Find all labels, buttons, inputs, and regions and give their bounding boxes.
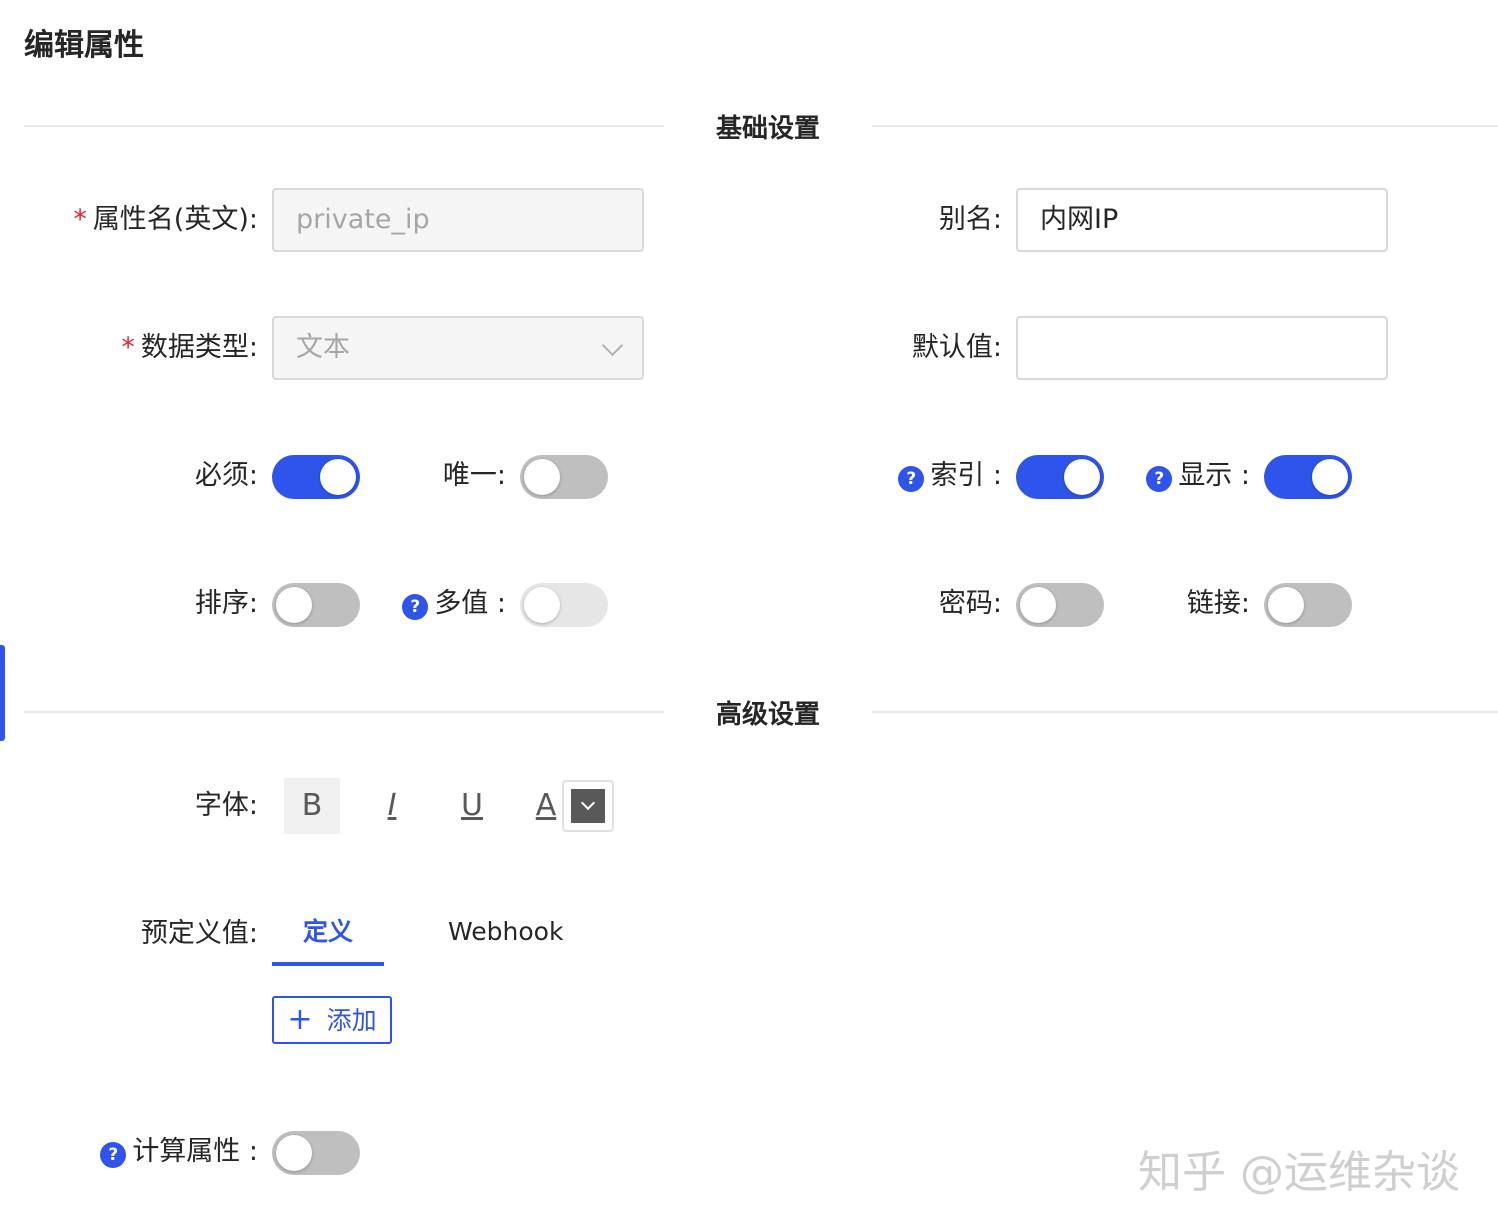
field-label-alias: 别名: [938,204,1002,235]
switch-label-unique: 唯一: [442,460,506,491]
sort-switch[interactable] [272,583,360,627]
sort-label: 排序 [194,588,249,619]
unique-switch[interactable] [520,455,608,499]
default-value-input[interactable] [1016,316,1388,380]
link-label: 链接 [1186,588,1241,619]
question-icon[interactable]: ? [100,1141,127,1168]
required-star: * [73,204,87,235]
font-label-wrap: 字体: [194,790,258,821]
default-label: 默认值 [911,332,993,363]
alias-input[interactable]: 内网IP [1016,188,1388,252]
switch-knob [276,587,312,623]
switch-label-password: 密码: [938,588,1002,619]
link-switch[interactable] [1264,583,1352,627]
field-label-name-en: * 属性名(英文): [73,204,258,235]
switch-knob [320,459,356,495]
section-title-basic: 基础设置 [715,114,820,144]
predefined-label: 预定义值 [140,918,249,949]
switch-knob [1020,587,1056,623]
index-switch[interactable] [1016,455,1104,499]
predefined-label-wrap: 预定义值: [140,918,258,949]
divider-left [24,125,664,127]
computed-switch[interactable] [272,1131,360,1175]
switch-label-multi: ? 多值 : [402,584,506,624]
switch-knob [524,459,560,495]
name-en-input[interactable]: private_ip [272,188,644,252]
field-label-data-type: * 数据类型: [121,332,258,363]
switch-knob [524,587,560,623]
data-type-select[interactable]: 文本 [272,316,644,380]
switch-knob [1064,459,1100,495]
section-title-advanced: 高级设置 [715,700,820,730]
name-en-label: 属性名(英文) [92,204,249,235]
font-label: 字体 [194,790,249,821]
add-button[interactable]: + 添加 [272,996,392,1044]
data-type-value: 文本 [296,332,350,363]
chevron-down-icon [601,334,624,357]
divider-right [872,711,1498,713]
watermark: 知乎 @运维杂谈 [1138,1147,1460,1198]
password-switch[interactable] [1016,583,1104,627]
underline-button[interactable]: U [444,778,500,834]
required-switch[interactable] [272,455,360,499]
switch-label-required: 必须: [194,460,258,491]
switch-knob [1312,459,1348,495]
switch-label-computed: ? 计算属性 : [100,1132,258,1172]
switch-label-link: 链接: [1186,588,1250,619]
font-color-picker[interactable] [562,780,614,832]
computed-label: 计算属性 [132,1136,241,1167]
switch-label-display: ? 显示 : [1146,456,1250,496]
index-label: 索引 [930,460,985,491]
display-switch[interactable] [1264,455,1352,499]
switch-knob [1268,587,1304,623]
unique-label: 唯一 [442,460,497,491]
data-type-label: 数据类型 [140,332,249,363]
divider-left [24,711,664,713]
switch-knob [276,1135,312,1171]
field-label-default: 默认值: [911,332,1002,363]
alias-label: 别名 [938,204,993,235]
plus-icon: + [287,1002,313,1037]
tab-ink-bar [272,962,384,966]
question-icon[interactable]: ? [898,465,925,492]
divider-right [872,125,1498,127]
required-star: * [121,332,135,363]
multi-switch[interactable] [520,583,608,627]
required-label: 必须 [194,460,249,491]
add-label: 添加 [326,1006,377,1035]
page-title: 编辑属性 [24,28,144,63]
side-accent-bar [0,645,5,741]
bold-button[interactable]: B [284,778,340,834]
question-icon[interactable]: ? [1146,465,1173,492]
italic-button[interactable]: I [364,778,420,834]
switch-label-sort: 排序: [194,588,258,619]
tab-webhook[interactable]: Webhook [448,912,563,952]
password-label: 密码 [938,588,993,619]
question-icon[interactable]: ? [402,593,429,620]
display-label: 显示 [1178,460,1233,491]
tab-definition[interactable]: 定义 [272,912,384,952]
switch-label-index: ? 索引 : [898,456,1002,496]
multi-label: 多值 [434,588,489,619]
